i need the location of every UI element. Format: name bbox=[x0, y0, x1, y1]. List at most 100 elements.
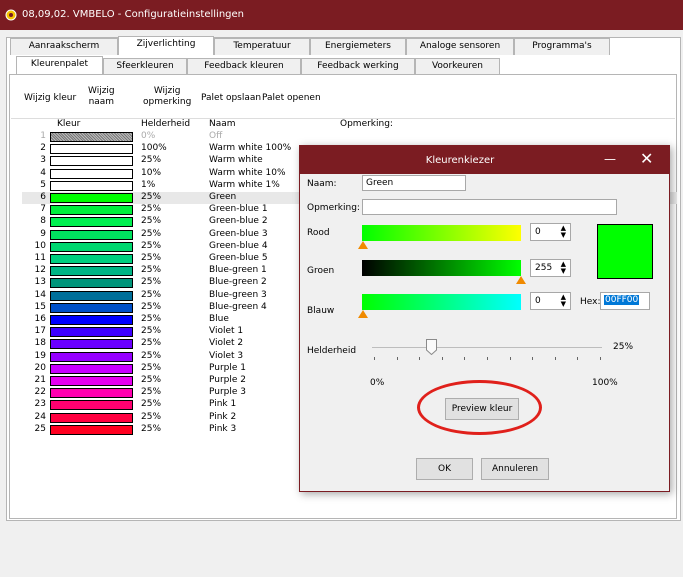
row-number: 24 bbox=[34, 411, 46, 422]
row-number: 20 bbox=[34, 362, 46, 373]
spinner-arrows-icon[interactable]: ▲ ▼ bbox=[561, 261, 566, 275]
tab-energiemeters[interactable]: Energiemeters bbox=[310, 38, 406, 55]
row-number: 23 bbox=[34, 399, 46, 410]
color-swatch[interactable] bbox=[50, 376, 133, 386]
color-swatch[interactable] bbox=[50, 229, 133, 240]
groen-spinner[interactable]: 255 ▲ ▼ bbox=[530, 259, 571, 277]
palet-openen-button[interactable]: Palet openen bbox=[262, 93, 321, 104]
color-swatch[interactable] bbox=[50, 315, 133, 325]
palet-opslaan-button[interactable]: Palet opslaan bbox=[201, 93, 261, 104]
row-number: 17 bbox=[34, 326, 46, 337]
color-swatch[interactable] bbox=[50, 412, 133, 423]
name-cell: Purple 1 bbox=[209, 362, 247, 373]
naam-label: Naam: bbox=[307, 179, 337, 189]
brightness-cell: 25% bbox=[141, 387, 162, 398]
color-swatch[interactable] bbox=[50, 180, 133, 191]
helderheid-slider-handle[interactable] bbox=[425, 339, 437, 355]
wijzig-naam-button[interactable]: Wijzig naam bbox=[88, 86, 115, 108]
blauw-slider-thumb[interactable] bbox=[358, 310, 368, 318]
color-swatch[interactable] bbox=[50, 400, 133, 411]
color-swatch[interactable] bbox=[50, 302, 133, 313]
color-swatch[interactable] bbox=[50, 290, 133, 301]
slider-tick bbox=[532, 357, 534, 360]
row-number: 1 bbox=[40, 131, 46, 141]
brightness-cell: 10% bbox=[141, 167, 162, 178]
hex-label: Hex: bbox=[580, 297, 601, 307]
name-cell: Pink 1 bbox=[209, 399, 237, 410]
color-swatch[interactable] bbox=[50, 205, 133, 216]
helderheid-slider[interactable] bbox=[372, 347, 602, 348]
color-swatch[interactable] bbox=[50, 168, 133, 179]
color-swatch[interactable] bbox=[50, 217, 133, 228]
color-swatch[interactable] bbox=[50, 132, 133, 142]
tab-zijverlichting[interactable]: Zijverlichting bbox=[118, 36, 214, 55]
color-swatch[interactable] bbox=[50, 266, 133, 277]
hex-input[interactable]: 00FF00 bbox=[600, 292, 650, 310]
blauw-slider[interactable] bbox=[362, 294, 521, 310]
main-tabs: Aanraakscherm Zijverlichting Temperatuur… bbox=[10, 36, 610, 56]
rood-slider[interactable] bbox=[362, 225, 521, 241]
color-swatch[interactable] bbox=[50, 254, 133, 264]
name-cell: Blue-green 4 bbox=[209, 301, 267, 312]
color-swatch[interactable] bbox=[50, 278, 133, 289]
color-swatch[interactable] bbox=[50, 388, 133, 399]
minimize-icon[interactable]: — bbox=[604, 152, 616, 166]
opmerking-input[interactable] bbox=[362, 199, 617, 215]
rood-spinner[interactable]: 0 ▲ ▼ bbox=[530, 223, 571, 241]
tab-feedback-kleuren[interactable]: Feedback kleuren bbox=[187, 58, 301, 75]
tab-feedback-werking[interactable]: Feedback werking bbox=[301, 58, 415, 75]
column-header-naam[interactable]: Naam bbox=[209, 119, 236, 129]
color-swatch[interactable] bbox=[50, 424, 133, 435]
blauw-label: Blauw bbox=[307, 306, 335, 316]
slider-tick bbox=[509, 357, 511, 360]
tab-kleurenpalet[interactable]: Kleurenpalet bbox=[16, 56, 103, 75]
close-icon[interactable]: ✕ bbox=[640, 149, 653, 168]
column-header-kleur[interactable]: Kleur bbox=[57, 119, 80, 129]
slider-tick bbox=[441, 357, 443, 360]
spinner-arrows-icon[interactable]: ▲ ▼ bbox=[561, 225, 566, 239]
brightness-cell: 25% bbox=[141, 301, 162, 312]
wijzig-kleur-button[interactable]: Wijzig kleur bbox=[24, 93, 76, 104]
ok-button[interactable]: OK bbox=[416, 458, 473, 480]
wijzig-opmerking-button[interactable]: Wijzig opmerking bbox=[143, 86, 191, 108]
tab-aanraakscherm[interactable]: Aanraakscherm bbox=[10, 38, 118, 55]
rood-slider-thumb[interactable] bbox=[358, 241, 368, 249]
table-row[interactable]: 1 0% Off bbox=[22, 131, 677, 143]
column-header-opmerking[interactable]: Opmerking: bbox=[340, 119, 393, 129]
brightness-cell: 25% bbox=[141, 362, 162, 373]
color-swatch[interactable] bbox=[50, 193, 133, 203]
name-cell: Violet 3 bbox=[209, 350, 244, 361]
groen-slider[interactable] bbox=[362, 260, 521, 276]
spinner-arrows-icon[interactable]: ▲ ▼ bbox=[561, 294, 566, 308]
highlight-ellipse bbox=[417, 380, 542, 435]
brightness-cell: 25% bbox=[141, 192, 162, 202]
brightness-cell: 0% bbox=[141, 131, 156, 141]
color-swatch[interactable] bbox=[50, 241, 133, 252]
color-swatch[interactable] bbox=[50, 363, 133, 374]
color-swatch[interactable] bbox=[50, 156, 133, 167]
brightness-cell: 25% bbox=[141, 240, 162, 251]
tab-sfeerkleuren[interactable]: Sfeerkleuren bbox=[103, 58, 187, 75]
naam-input[interactable]: Green bbox=[362, 175, 466, 191]
wijzig-opmerking-label-2: opmerking bbox=[143, 97, 192, 107]
groen-slider-thumb[interactable] bbox=[516, 276, 526, 284]
hex-value: 00FF00 bbox=[604, 295, 640, 305]
annuleren-button[interactable]: Annuleren bbox=[481, 458, 549, 480]
brightness-cell: 25% bbox=[141, 314, 162, 324]
sub-tabs: Kleurenpalet Sfeerkleuren Feedback kleur… bbox=[16, 56, 500, 75]
color-swatch[interactable] bbox=[50, 327, 133, 338]
tab-programmas[interactable]: Programma's bbox=[514, 38, 610, 55]
color-swatch[interactable] bbox=[50, 351, 133, 362]
tab-analoge-sensoren[interactable]: Analoge sensoren bbox=[406, 38, 514, 55]
blauw-spinner[interactable]: 0 ▲ ▼ bbox=[530, 292, 571, 310]
color-swatch[interactable] bbox=[50, 144, 133, 155]
slider-tick bbox=[396, 357, 398, 360]
name-cell: Green-blue 3 bbox=[209, 228, 268, 239]
column-header-helderheid[interactable]: Helderheid bbox=[141, 119, 190, 129]
brightness-cell: 25% bbox=[141, 399, 162, 410]
helderheid-min-label: 0% bbox=[370, 378, 385, 388]
tab-voorkeuren[interactable]: Voorkeuren bbox=[415, 58, 500, 75]
row-number: 21 bbox=[34, 375, 46, 385]
tab-temperatuur[interactable]: Temperatuur bbox=[214, 38, 310, 55]
color-swatch[interactable] bbox=[50, 339, 133, 350]
